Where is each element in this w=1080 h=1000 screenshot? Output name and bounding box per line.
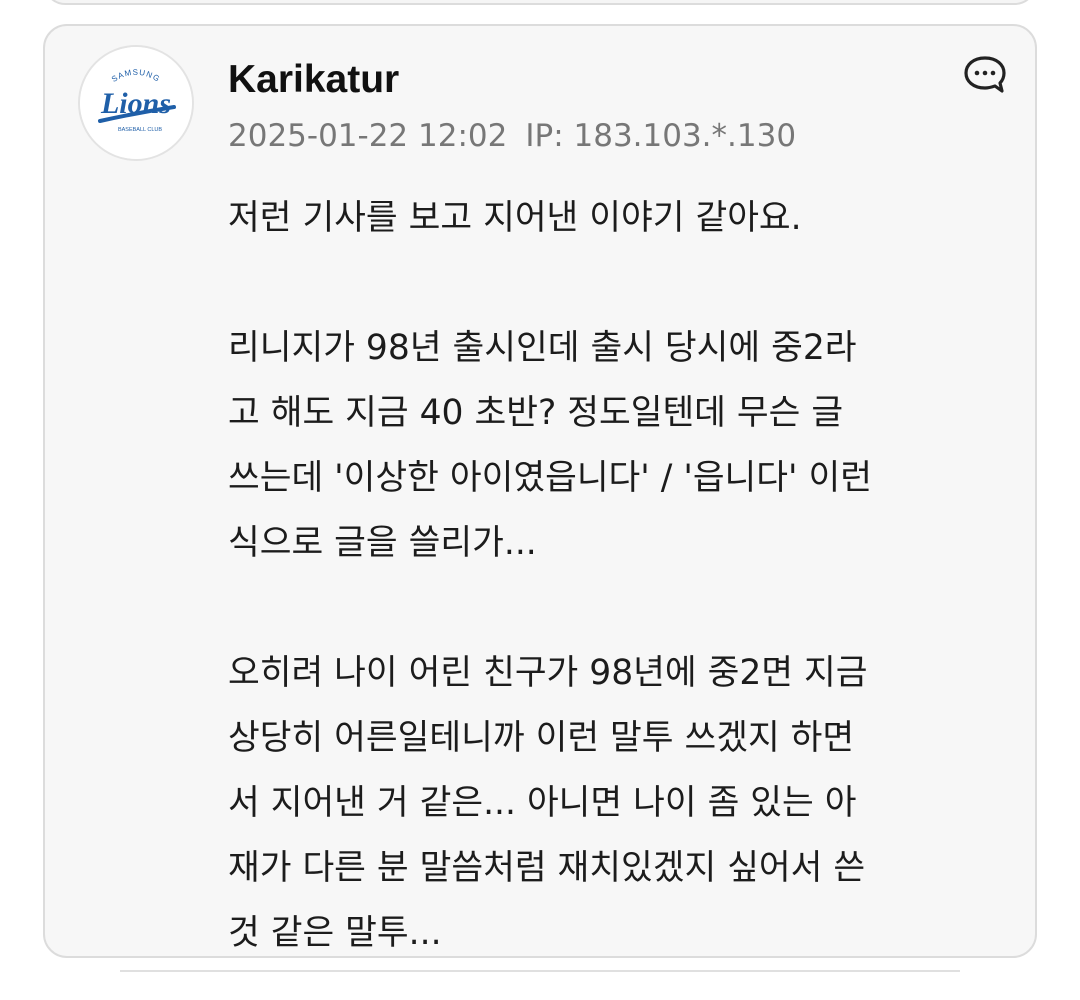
comment-paragraph: 저런 기사를 보고 지어낸 이야기 같아요. xyxy=(228,186,1018,251)
reply-button[interactable] xyxy=(962,54,1008,96)
comment-meta: 2025-01-22 12:02 IP: 183.103.*.130 xyxy=(228,118,796,154)
previous-comment-card xyxy=(43,0,1037,5)
avatar[interactable]: SAMSUNG Lions BASEBALL CLUB xyxy=(78,45,194,161)
speech-bubble-icon xyxy=(964,56,1006,93)
comment-body: 저런 기사를 보고 지어낸 이야기 같아요. 리니지가 98년 출시인데 출시 … xyxy=(228,186,1018,966)
avatar-bottom-text: BASEBALL CLUB xyxy=(118,127,162,133)
comment-date: 2025-01-22 12:02 xyxy=(228,118,508,154)
comment-line: 쓰는데 '이상한 아이였읍니다' / '읍니다' 이런 xyxy=(228,458,872,498)
comment-paragraph: 리니지가 98년 출시인데 출시 당시에 중2라 고 해도 지금 40 초반? … xyxy=(228,316,1018,576)
comment-line: 재가 다른 분 말씀처럼 재치있겠지 싶어서 쓴 xyxy=(228,848,866,888)
comment-author[interactable]: Karikatur xyxy=(228,58,399,102)
comment-ip: IP: 183.103.*.130 xyxy=(525,118,797,154)
comment-line: 식으로 글을 쓸리가... xyxy=(228,523,537,563)
comment-line: 상당히 어른일테니까 이런 말투 쓰겠지 하면 xyxy=(228,718,855,758)
comment-line: 리니지가 98년 출시인데 출시 당시에 중2라 xyxy=(228,328,857,368)
lions-logo-icon: SAMSUNG Lions BASEBALL CLUB xyxy=(80,47,192,159)
comment-paragraph: 오히려 나이 어린 친구가 98년에 중2면 지금 상당히 어른일테니까 이런 … xyxy=(228,641,1018,966)
comment-line: 서 지어낸 거 같은... 아니면 나이 좀 있는 아 xyxy=(228,783,857,823)
comment-line: 저런 기사를 보고 지어낸 이야기 같아요. xyxy=(228,198,802,238)
comment-line: 오히려 나이 어린 친구가 98년에 중2면 지금 xyxy=(228,653,868,693)
comment-line: 것 같은 말투... xyxy=(228,913,442,953)
comment-line: 고 해도 지금 40 초반? 정도일텐데 무슨 글 xyxy=(228,393,844,433)
comment-card: SAMSUNG Lions BASEBALL CLUB Karikatur 20… xyxy=(43,24,1037,958)
